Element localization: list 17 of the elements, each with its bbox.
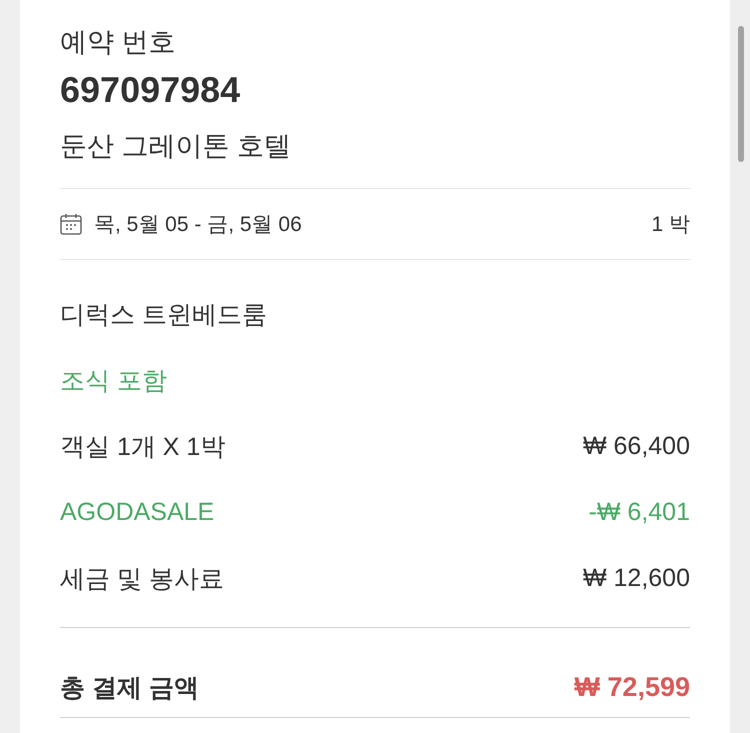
hotel-name: 둔산 그레이톤 호텔 bbox=[60, 130, 292, 163]
charge-label: 세금 및 봉사료 bbox=[60, 564, 224, 594]
charge-amount: ₩ 66,400 bbox=[582, 432, 690, 460]
charge-label: 객실 1개 X 1박 bbox=[60, 432, 226, 462]
scrollbar-thumb[interactable] bbox=[738, 26, 744, 162]
calendar-icon bbox=[60, 213, 82, 235]
booking-number-label: 예약 번호 bbox=[60, 26, 176, 59]
room-type: 디럭스 트윈베드룸 bbox=[60, 300, 267, 330]
discount-code: AGODASALE bbox=[60, 498, 214, 526]
discount-amount: -₩ 6,401 bbox=[588, 498, 690, 526]
booking-number: 697097984 bbox=[60, 68, 240, 112]
nights-count: 1 박 bbox=[651, 212, 690, 238]
room-perk: 조식 포함 bbox=[60, 366, 167, 396]
charge-amount: ₩ 12,600 bbox=[582, 564, 690, 592]
total-amount: ₩ 72,599 bbox=[574, 672, 690, 702]
total-label: 총 결제 금액 bbox=[60, 672, 199, 704]
stay-dates: 목, 5월 05 - 금, 5월 06 bbox=[94, 212, 303, 238]
